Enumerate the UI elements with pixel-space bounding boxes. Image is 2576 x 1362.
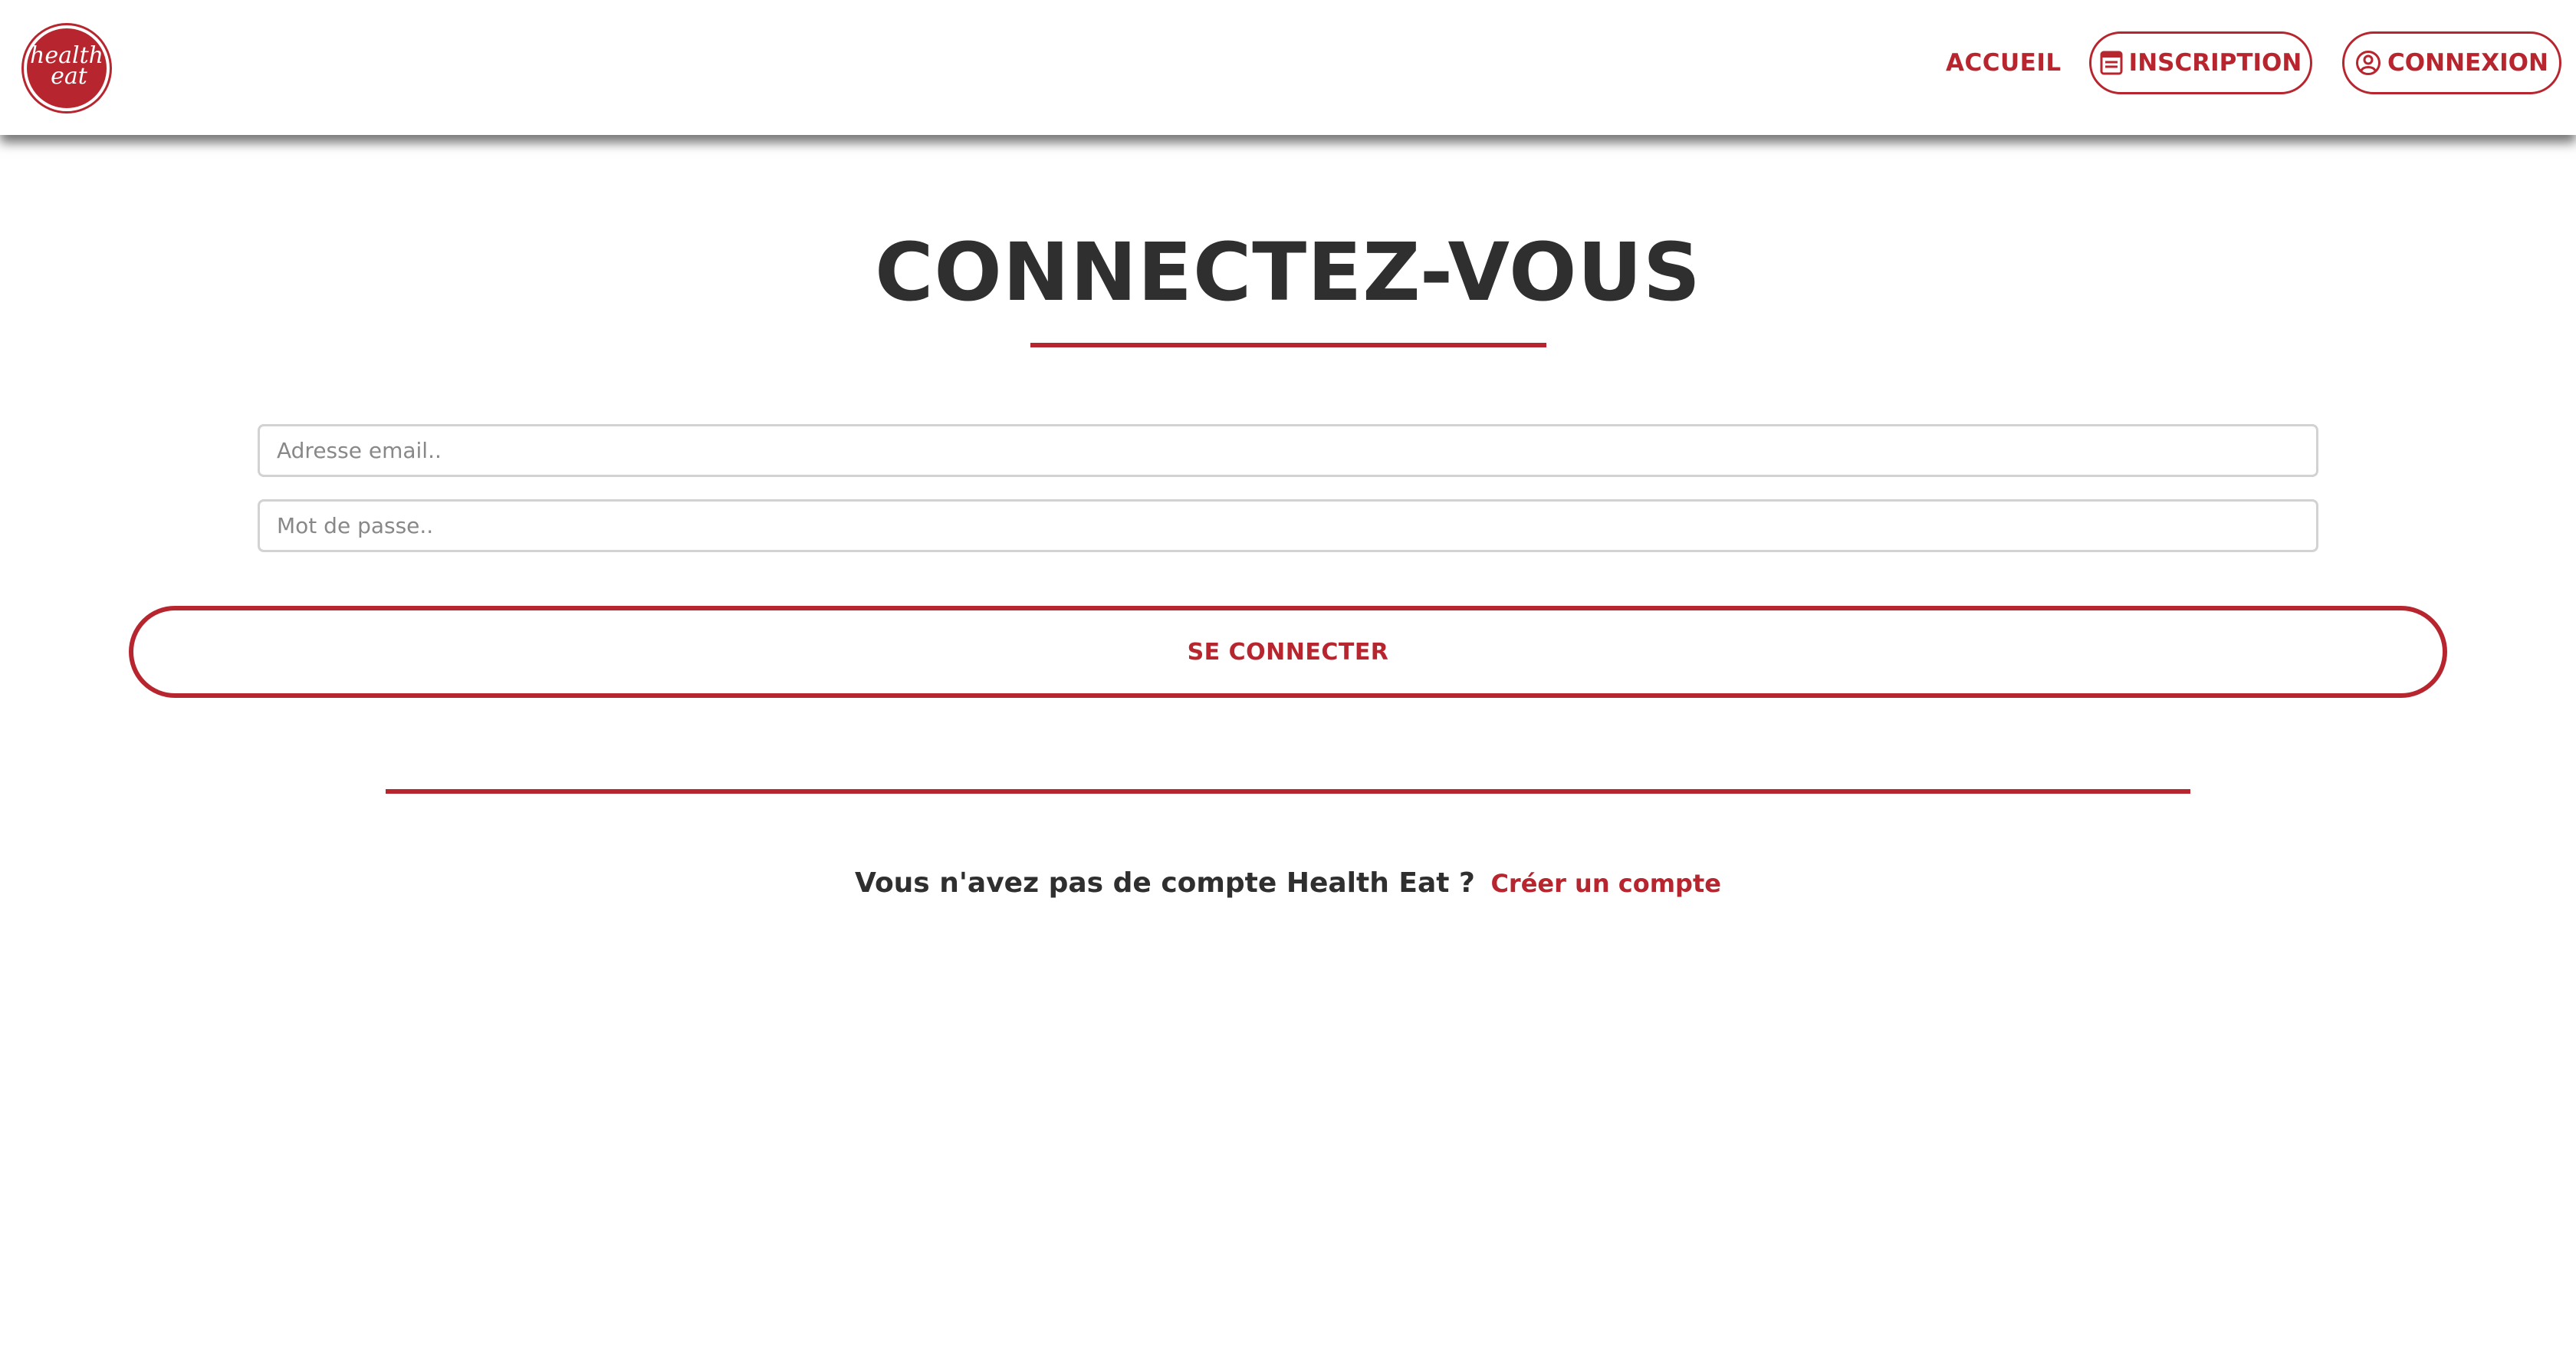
- health-eat-logo[interactable]: health eat: [24, 25, 110, 111]
- nav-connexion-label: CONNEXION: [2387, 49, 2548, 77]
- create-account-link[interactable]: Créer un compte: [1490, 869, 1721, 898]
- logo-text-eat: eat: [51, 63, 87, 90]
- top-navbar: health eat ACCUEIL INSCRIPTION CONNEXION: [0, 0, 2576, 135]
- login-submit-button[interactable]: SE CONNECTER: [129, 606, 2447, 698]
- title-underline: [1030, 343, 1546, 347]
- nav-accueil-link[interactable]: ACCUEIL: [1946, 46, 2062, 80]
- section-divider: [386, 789, 2190, 794]
- email-field[interactable]: [258, 424, 2318, 477]
- password-field[interactable]: [258, 499, 2318, 552]
- signup-question: Vous n'avez pas de compte Health Eat ?: [855, 867, 1475, 899]
- form-icon: [2100, 51, 2123, 75]
- user-circle-icon: [2355, 50, 2381, 76]
- nav-connexion-button[interactable]: CONNEXION: [2342, 31, 2561, 94]
- nav-inscription-label: INSCRIPTION: [2128, 49, 2302, 77]
- nav-inscription-button[interactable]: INSCRIPTION: [2089, 31, 2312, 94]
- signup-prompt: Vous n'avez pas de compte Health Eat ? C…: [0, 862, 2576, 905]
- page-title: CONNECTEZ-VOUS: [875, 225, 1701, 319]
